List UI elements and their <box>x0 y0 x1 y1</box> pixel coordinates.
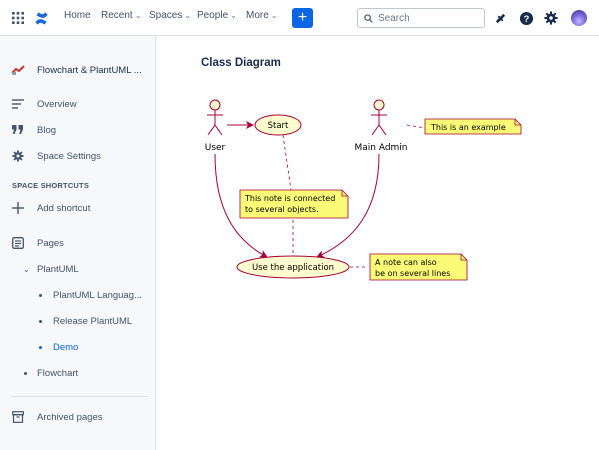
chevron-down-icon: ⌄ <box>270 11 278 20</box>
svg-text:to several objects.: to several objects. <box>245 205 319 214</box>
actor-user: User <box>205 99 226 153</box>
actor-main-admin: Main Admin <box>354 99 408 153</box>
svg-text:This is an example: This is an example <box>430 123 506 132</box>
usecase-start: Start <box>254 114 302 136</box>
nav-recent[interactable]: Recent ⌄ <box>101 10 141 21</box>
svg-text:Use the application: Use the application <box>252 263 334 273</box>
quote-icon <box>11 123 25 137</box>
tree-item-flowchart[interactable]: Flowchart <box>0 366 155 380</box>
svg-text:Start: Start <box>268 121 289 131</box>
bullet-icon <box>39 293 42 297</box>
nav-home[interactable]: Home <box>64 10 91 21</box>
actor-user-label: User <box>205 143 226 153</box>
plus-icon <box>11 201 25 215</box>
confluence-logo-icon[interactable] <box>33 10 49 26</box>
search-icon <box>364 13 373 23</box>
svg-text:A note can also: A note can also <box>375 258 437 267</box>
top-navigation-bar: Home Recent ⌄ Spaces ⌄ People ⌄ More ⌄ + Sea… <box>0 0 599 36</box>
svg-text:be on several lines: be on several lines <box>375 269 450 278</box>
plus-icon: + <box>297 9 308 26</box>
app-switcher-icon[interactable] <box>11 11 25 25</box>
sidebar-item-space-settings[interactable]: Space Settings <box>0 149 155 163</box>
space-sidebar: Flowchart & PlantUML ... Overview Blog S… <box>0 36 156 450</box>
space-logo-icon <box>11 63 25 77</box>
chevron-down-icon: ⌄ <box>23 264 30 274</box>
space-shortcuts-heading: SPACE SHORTCUTS <box>12 181 90 190</box>
note-connector-admin <box>406 124 426 129</box>
svg-text:This note is connected: This note is connected <box>244 194 335 203</box>
note-example: This is an example <box>424 118 522 135</box>
sidebar-divider <box>10 396 148 397</box>
bullet-icon <box>39 319 42 323</box>
space-header[interactable]: Flowchart & PlantUML ... <box>0 63 155 77</box>
tree-item-demo[interactable]: Demo <box>0 340 155 354</box>
svg-text:?: ? <box>523 13 529 23</box>
notifications-icon[interactable] <box>493 11 507 25</box>
chevron-down-icon: ⌄ <box>230 11 237 20</box>
sidebar-item-pages[interactable]: Pages <box>0 236 155 250</box>
tree-item-release-plantuml[interactable]: Release PlantUML <box>0 314 155 328</box>
usecase-use-application: Use the application <box>236 255 350 279</box>
create-button[interactable]: + <box>292 8 313 28</box>
page-title: Class Diagram <box>201 57 281 69</box>
pages-icon <box>11 236 25 250</box>
note-connected: This note is connected to several object… <box>239 189 349 219</box>
nav-people[interactable]: People ⌄ <box>197 10 237 21</box>
search-input[interactable]: Search <box>357 8 485 28</box>
tree-item-plantuml[interactable]: ⌄ PlantUML <box>0 262 155 276</box>
settings-gear-icon[interactable] <box>543 10 559 26</box>
sidebar-item-blog[interactable]: Blog <box>0 123 155 137</box>
use-case-diagram: User Main Admin Start Use the applicatio… <box>205 99 522 281</box>
bullet-icon <box>39 345 42 349</box>
note-connector-start <box>282 134 292 191</box>
chevron-down-icon: ⌄ <box>184 11 192 20</box>
nav-more[interactable]: More ⌄ <box>246 10 278 21</box>
note-multiline: A note can also be on several lines <box>369 253 468 281</box>
archive-icon <box>11 410 25 424</box>
help-icon[interactable]: ? <box>518 10 534 26</box>
overview-icon <box>11 97 25 111</box>
sidebar-item-overview[interactable]: Overview <box>0 97 155 111</box>
sidebar-item-archived-pages[interactable]: Archived pages <box>0 410 155 424</box>
actor-admin-label: Main Admin <box>354 143 407 153</box>
bullet-icon <box>24 371 27 375</box>
chevron-down-icon: ⌄ <box>134 11 142 20</box>
nav-spaces[interactable]: Spaces ⌄ <box>149 10 191 21</box>
user-avatar[interactable] <box>571 10 587 26</box>
add-shortcut-button[interactable]: Add shortcut <box>0 201 155 215</box>
tree-item-plantuml-language[interactable]: PlantUML Languag... <box>0 288 155 302</box>
gear-icon <box>11 149 25 163</box>
